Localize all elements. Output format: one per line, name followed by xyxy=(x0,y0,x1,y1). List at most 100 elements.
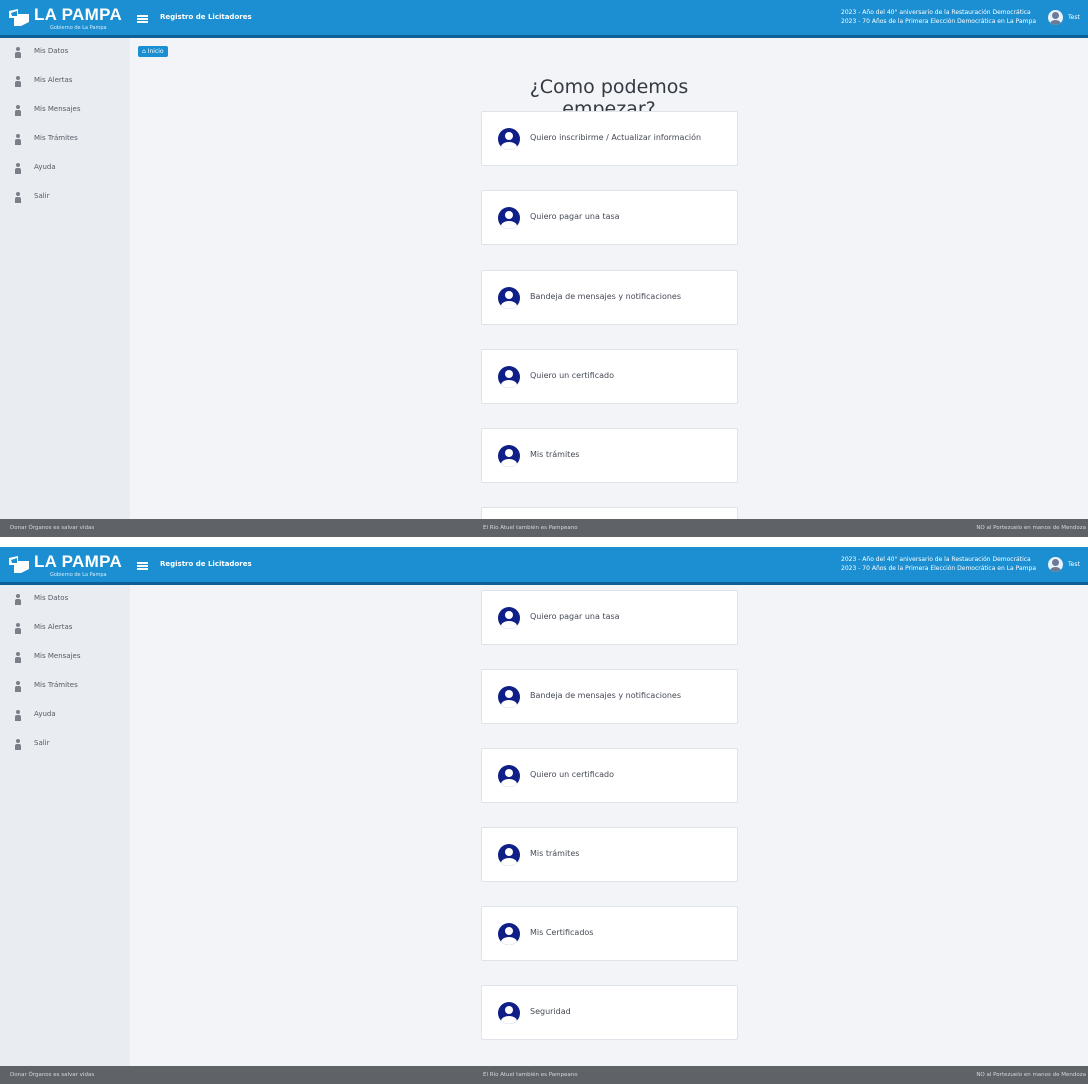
logo-text: LA PAMPA xyxy=(34,5,123,24)
sidebar-item-salir[interactable]: Salir xyxy=(14,191,124,205)
footer-center: El Río Atuel también es Pampeano xyxy=(483,1072,578,1078)
app-title: Registro de Licitadores xyxy=(160,560,252,568)
brand-logo[interactable]: LA PAMPA Gobierno de La Pampa xyxy=(8,4,126,34)
sidebar-item-salir[interactable]: Salir xyxy=(14,738,124,752)
user-circle-icon xyxy=(498,765,520,787)
screenshot-frame-top: LA PAMPA Gobierno de La Pampa Registro d… xyxy=(0,0,1088,537)
user-circle-icon xyxy=(498,128,520,150)
sidebar-item-label: Mis Mensajes xyxy=(34,105,81,113)
user-circle-icon xyxy=(498,1002,520,1024)
user-circle-icon xyxy=(498,686,520,708)
option-card-label: Bandeja de mensajes y notificaciones xyxy=(530,691,681,700)
option-card-label: Mis Certificados xyxy=(530,928,594,937)
user-icon xyxy=(14,163,22,174)
option-card-pagar-tasa[interactable]: Quiero pagar una tasa xyxy=(481,190,738,245)
menu-toggle-icon[interactable] xyxy=(137,562,148,570)
footer-left: Donar Órganos es salvar vidas xyxy=(10,525,95,531)
option-card-label: Mis trámites xyxy=(530,450,580,459)
user-circle-icon xyxy=(498,207,520,229)
user-icon xyxy=(14,105,22,116)
sidebar-item-label: Mis Alertas xyxy=(34,623,73,631)
footer-left: Donar Órganos es salvar vidas xyxy=(10,1072,95,1078)
sidebar-item-mis-datos[interactable]: Mis Datos xyxy=(14,46,124,60)
option-card-label: Quiero un certificado xyxy=(530,371,615,380)
user-menu[interactable]: Test xyxy=(1068,14,1080,21)
sidebar-item-mis-mensajes[interactable]: Mis Mensajes xyxy=(14,104,124,118)
option-card-label: Mis trámites xyxy=(530,849,580,858)
footer-right: NO al Portezuelo en manos de Mendoza xyxy=(976,1072,1086,1078)
top-navbar: LA PAMPA Gobierno de La Pampa Registro d… xyxy=(0,547,1088,585)
sidebar-item-mis-alertas[interactable]: Mis Alertas xyxy=(14,622,124,636)
option-card-label: Quiero un certificado xyxy=(530,770,615,779)
sidebar-item-label: Ayuda xyxy=(34,163,56,171)
user-icon xyxy=(14,623,22,634)
option-card-label: Bandeja de mensajes y notificaciones xyxy=(530,292,681,301)
user-avatar-icon[interactable] xyxy=(1048,10,1063,25)
option-card-label: Quiero pagar una tasa xyxy=(530,612,620,621)
sidebar-item-mis-alertas[interactable]: Mis Alertas xyxy=(14,75,124,89)
sidebar-item-label: Mis Mensajes xyxy=(34,652,81,660)
screenshot-frame-scrolled: LA PAMPA Gobierno de La Pampa Registro d… xyxy=(0,547,1088,1084)
option-card-mis-tramites[interactable]: Mis trámites xyxy=(481,827,738,882)
footer-right: NO al Portezuelo en manos de Mendoza xyxy=(976,525,1086,531)
user-icon xyxy=(14,47,22,58)
sidebar-item-ayuda[interactable]: Ayuda xyxy=(14,162,124,176)
user-circle-icon xyxy=(498,607,520,629)
footer-center: El Río Atuel también es Pampeano xyxy=(483,525,578,531)
option-card-mis-certificados[interactable]: Mis Certificados xyxy=(481,906,738,961)
announcement-line-2: 2023 - 70 Años de la Primera Elección De… xyxy=(841,18,1036,25)
option-card-seguridad[interactable]: Seguridad xyxy=(481,985,738,1040)
user-icon xyxy=(14,710,22,721)
user-icon xyxy=(14,652,22,663)
user-icon xyxy=(14,192,22,203)
top-navbar: LA PAMPA Gobierno de La Pampa Registro d… xyxy=(0,0,1088,38)
sidebar-item-label: Salir xyxy=(34,739,50,747)
sidebar-item-ayuda[interactable]: Ayuda xyxy=(14,709,124,723)
la-pampa-map-icon xyxy=(9,556,29,573)
option-card-mis-tramites[interactable]: Mis trámites xyxy=(481,428,738,483)
sidebar-item-label: Mis Trámites xyxy=(34,681,78,689)
user-circle-icon xyxy=(498,366,520,388)
user-circle-icon xyxy=(498,445,520,467)
menu-toggle-icon[interactable] xyxy=(137,15,148,23)
brand-logo[interactable]: LA PAMPA Gobierno de La Pampa xyxy=(8,551,126,581)
user-avatar-icon[interactable] xyxy=(1048,557,1063,572)
option-card-certificado[interactable]: Quiero un certificado xyxy=(481,349,738,404)
sidebar-item-mis-tramites[interactable]: Mis Trámites xyxy=(14,680,124,694)
option-card-label: Quiero pagar una tasa xyxy=(530,212,620,221)
user-icon xyxy=(14,594,22,605)
sidebar-item-label: Mis Datos xyxy=(34,47,69,55)
sidebar-item-mis-mensajes[interactable]: Mis Mensajes xyxy=(14,651,124,665)
logo-subtitle: Gobierno de La Pampa xyxy=(50,572,107,578)
announcement-line-1: 2023 - Año del 40° aniversario de la Res… xyxy=(841,9,1031,16)
announcement-line-1: 2023 - Año del 40° aniversario de la Res… xyxy=(841,556,1031,563)
sidebar-item-label: Ayuda xyxy=(34,710,56,718)
user-circle-icon xyxy=(498,923,520,945)
sidebar-item-label: Mis Datos xyxy=(34,594,69,602)
breadcrumb-home[interactable]: ⌂ Inicio xyxy=(138,46,168,57)
option-card-certificado[interactable]: Quiero un certificado xyxy=(481,748,738,803)
sidebar: Mis Datos Mis Alertas Mis Mensajes Mis T… xyxy=(0,585,130,1066)
option-card-inscribirme[interactable]: Quiero inscribirme / Actualizar informac… xyxy=(481,111,738,166)
option-card-bandeja-mensajes[interactable]: Bandeja de mensajes y notificaciones xyxy=(481,669,738,724)
option-card-bandeja-mensajes[interactable]: Bandeja de mensajes y notificaciones xyxy=(481,270,738,325)
user-menu[interactable]: Test xyxy=(1068,561,1080,568)
option-card-label: Seguridad xyxy=(530,1007,571,1016)
sidebar-item-mis-tramites[interactable]: Mis Trámites xyxy=(14,133,124,147)
option-card-label: Quiero inscribirme / Actualizar informac… xyxy=(530,133,702,142)
sidebar-item-label: Mis Alertas xyxy=(34,76,73,84)
user-icon xyxy=(14,739,22,750)
user-icon xyxy=(14,134,22,145)
logo-subtitle: Gobierno de La Pampa xyxy=(50,25,107,31)
option-card-pagar-tasa[interactable]: Quiero pagar una tasa xyxy=(481,590,738,645)
user-icon xyxy=(14,681,22,692)
footer: Donar Órganos es salvar vidas El Río Atu… xyxy=(0,1066,1088,1084)
sidebar-item-label: Mis Trámites xyxy=(34,134,78,142)
sidebar-item-mis-datos[interactable]: Mis Datos xyxy=(14,593,124,607)
user-icon xyxy=(14,76,22,87)
la-pampa-map-icon xyxy=(9,9,29,26)
app-title: Registro de Licitadores xyxy=(160,13,252,21)
user-circle-icon xyxy=(498,287,520,309)
announcement: 2023 - Año del 40° aniversario de la Res… xyxy=(841,555,1036,573)
sidebar: Mis Datos Mis Alertas Mis Mensajes Mis T… xyxy=(0,38,130,519)
